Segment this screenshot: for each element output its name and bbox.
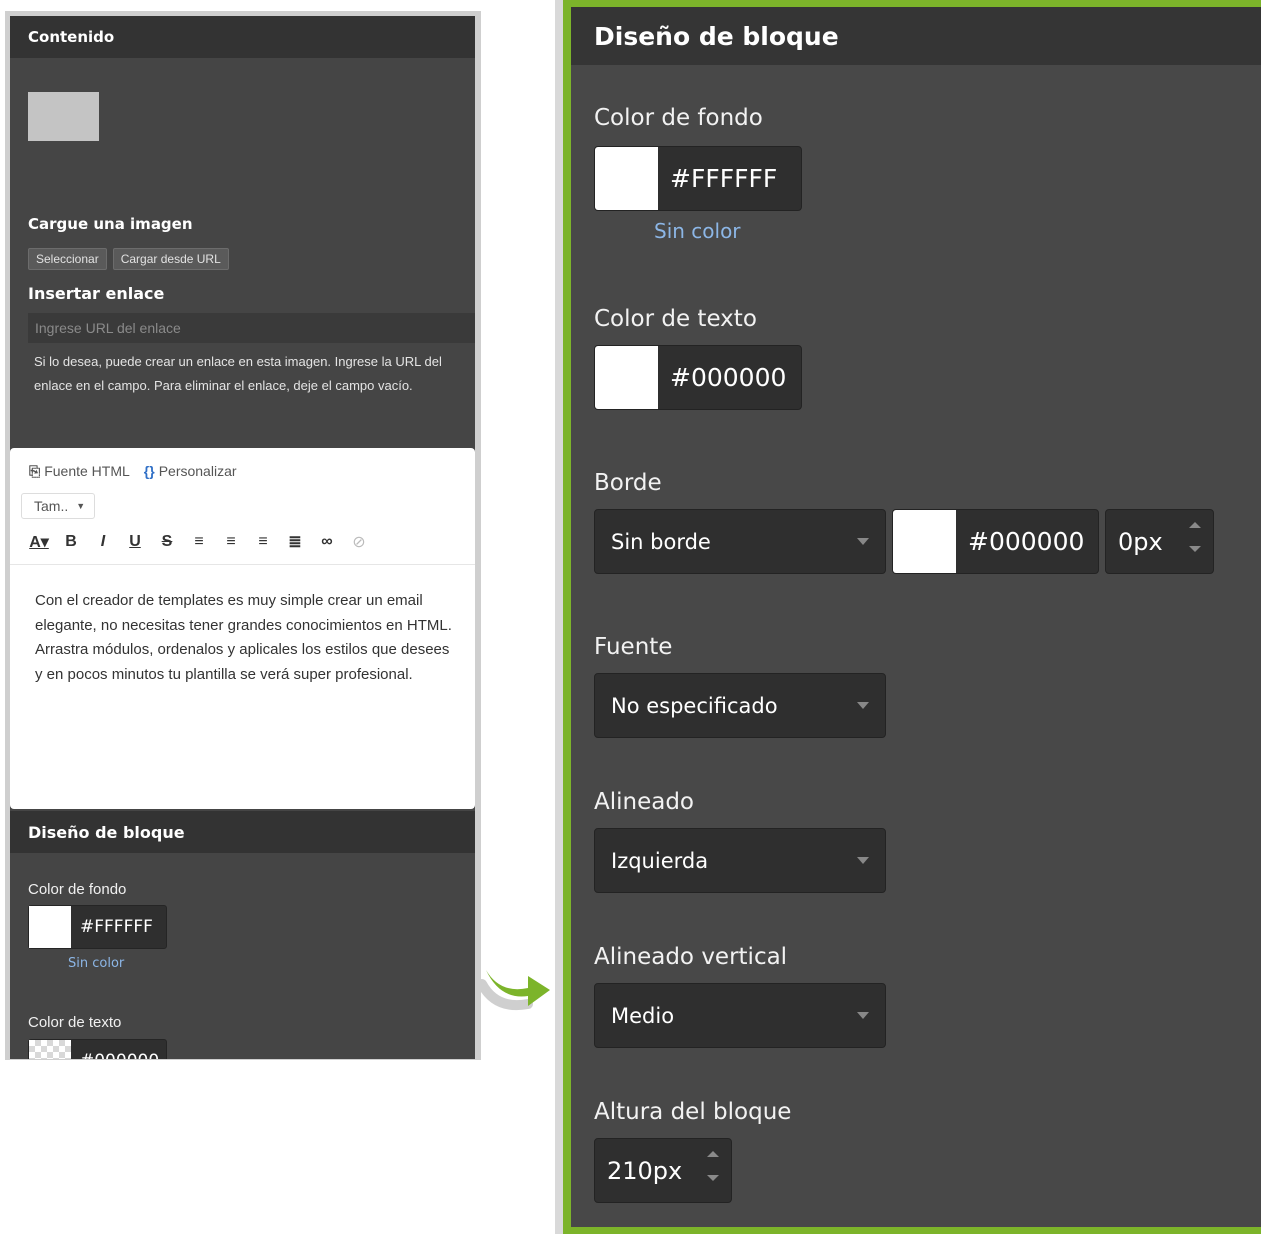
html-source-button[interactable]: ⎘ Fuente HTML [29,463,130,480]
text-color-label: Color de texto [28,1014,122,1031]
font-size-dropdown[interactable]: Tam.. ▼ [21,493,95,519]
stepper-arrows[interactable] [1189,522,1201,552]
border-color-hex: #000000 [968,527,1085,556]
editor-divider [10,564,475,565]
customize-label: Personalizar [158,463,237,479]
bg-color-swatch[interactable] [29,906,71,948]
right-panel-shadow [555,0,563,1234]
chevron-down-icon [857,702,869,709]
chevron-down-icon [857,538,869,545]
bold-icon[interactable]: B [61,533,81,551]
editor-top-bar: ⎘ Fuente HTML {} Personalizar [29,463,237,480]
curly-braces-icon: {} [143,463,155,479]
bg-color-label: Color de fondo [28,881,127,898]
unlink-icon[interactable]: ⊘ [349,532,369,552]
align-left-icon[interactable]: ≡ [189,533,209,551]
border-color-swatch[interactable] [893,510,956,573]
italic-icon[interactable]: I [93,533,113,551]
increment-icon[interactable] [1189,522,1201,528]
left-panel-frame: Contenido Cargue una imagen Seleccionar … [5,11,481,1060]
chevron-down-icon [857,857,869,864]
link-icon[interactable]: ∞ [317,533,337,551]
insert-link-title: Insertar enlace [28,284,165,303]
align-center-icon[interactable]: ≡ [221,533,241,551]
stepper-arrows[interactable] [707,1151,719,1181]
font-select[interactable]: No especificado [594,673,886,738]
border-style-value: Sin borde [611,529,711,554]
right-panel-frame: Diseño de bloque Color de fondo #FFFFFF … [563,0,1261,1234]
load-from-url-button[interactable]: Cargar desde URL [112,248,229,270]
curved-arrow-icon [478,970,550,1010]
chevron-down-icon [857,1012,869,1019]
text-color-hex-zoomed: #000000 [670,363,787,392]
upload-image-title: Cargue una imagen [28,215,193,233]
font-color-icon[interactable]: A▾ [29,532,49,552]
block-height-value: 210px [607,1156,683,1185]
upload-buttons: Seleccionar Cargar desde URL [28,248,229,270]
valign-value: Medio [611,1003,675,1028]
font-size-label: Tam.. [34,498,69,514]
bg-color-swatch-zoomed[interactable] [595,147,658,210]
align-justify-icon[interactable]: ≣ [285,532,305,552]
increment-icon[interactable] [707,1151,719,1157]
underline-icon[interactable]: U [125,533,145,551]
customize-button[interactable]: {} Personalizar [144,463,237,480]
bg-color-hex: #FFFFFF [80,917,153,937]
font-value: No especificado [611,693,778,718]
select-image-button[interactable]: Seleccionar [28,248,107,270]
bg-color-hex-zoomed: #FFFFFF [670,164,778,193]
align-right-icon[interactable]: ≡ [253,533,273,551]
border-width-stepper[interactable]: 0px [1105,509,1214,574]
text-color-picker-zoomed[interactable]: #000000 [594,345,802,410]
text-color-swatch[interactable] [29,1040,71,1059]
border-style-select[interactable]: Sin borde [594,509,886,574]
decrement-icon[interactable] [1189,546,1201,552]
text-color-label-zoomed: Color de texto [594,306,757,332]
text-color-hex: #000000 [80,1051,159,1059]
text-color-swatch-zoomed[interactable] [595,346,658,409]
align-value: Izquierda [611,848,709,873]
border-color-picker[interactable]: #000000 [892,509,1099,574]
block-design-header: Diseño de bloque [10,811,475,853]
chevron-down-icon: ▼ [76,501,86,511]
block-height-stepper[interactable]: 210px [594,1138,732,1203]
bg-color-picker-zoomed[interactable]: #FFFFFF [594,146,802,211]
link-url-input[interactable] [28,313,475,343]
code-file-icon: ⎘ [29,463,41,479]
valign-select[interactable]: Medio [594,983,886,1048]
strikethrough-icon[interactable]: S [157,533,177,551]
left-panel: Contenido Cargue una imagen Seleccionar … [10,16,475,1059]
image-thumbnail[interactable] [28,92,99,141]
block-design-header-zoomed: Diseño de bloque [571,7,1261,65]
right-panel: Diseño de bloque Color de fondo #FFFFFF … [571,7,1261,1227]
bg-color-picker[interactable]: #FFFFFF [28,905,167,949]
no-color-link-zoomed[interactable]: Sin color [654,219,741,243]
align-select[interactable]: Izquierda [594,828,886,893]
font-label: Fuente [594,634,673,660]
rich-text-editor: ⎘ Fuente HTML {} Personalizar Tam.. ▼ A▾ B… [10,448,475,809]
valign-label: Alineado vertical [594,944,788,970]
align-label: Alineado [594,789,695,815]
border-label: Borde [594,470,662,496]
editor-body-text[interactable]: Con el creador de templates es muy simpl… [35,589,455,687]
border-width-value: 0px [1118,527,1163,556]
no-color-link[interactable]: Sin color [68,956,124,971]
content-header: Contenido [10,16,475,58]
html-source-label: Fuente HTML [44,463,130,479]
block-height-label: Altura del bloque [594,1099,792,1125]
link-help-text: Si lo desea, puede crear un enlace en es… [34,354,442,393]
format-toolbar: A▾ B I U S ≡ ≡ ≡ ≣ ∞ ⊘ [29,532,369,552]
bg-color-label-zoomed: Color de fondo [594,105,763,131]
text-color-picker[interactable]: #000000 [28,1039,167,1059]
decrement-icon[interactable] [707,1175,719,1181]
